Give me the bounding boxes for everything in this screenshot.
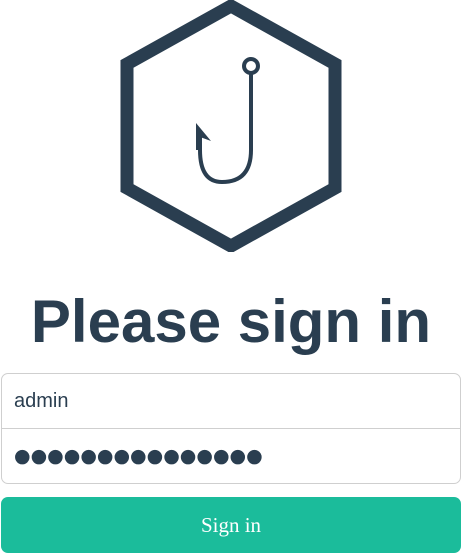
page-title: Please sign in — [30, 288, 432, 355]
sign-in-button[interactable]: Sign in — [1, 497, 461, 553]
username-field[interactable]: admin — [1, 373, 461, 429]
password-field[interactable]: ●●●●●●●●●●●●●●● — [1, 428, 461, 484]
password-masked-value: ●●●●●●●●●●●●●●● — [14, 444, 263, 467]
sign-in-form: admin ●●●●●●●●●●●●●●● — [1, 373, 461, 484]
hexagon-fishhook-logo-icon — [120, 0, 342, 252]
username-value: admin — [14, 389, 69, 412]
